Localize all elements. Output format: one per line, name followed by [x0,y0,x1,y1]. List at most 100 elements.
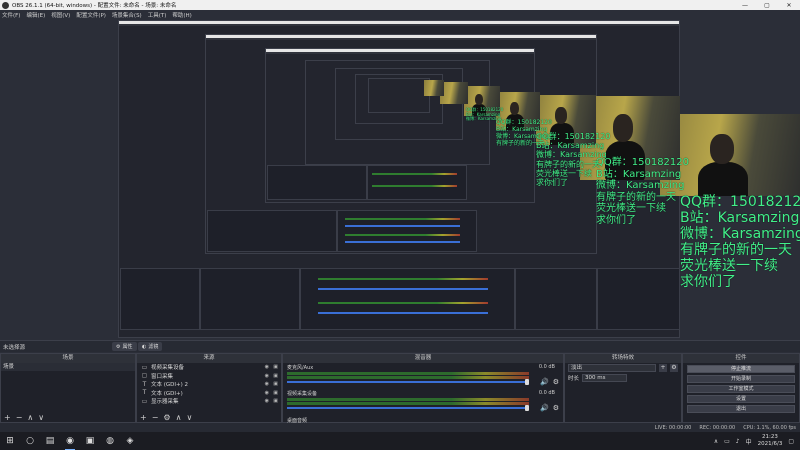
maximize-button[interactable]: ▢ [756,0,778,10]
display-capture-icon: ▭ [141,397,148,405]
add-source-button[interactable]: + [140,413,147,422]
sources-footer: + − ⚙ ∧ ∨ [137,412,281,422]
volume-slider-handle[interactable] [525,405,529,411]
remove-source-button[interactable]: − [152,413,159,422]
duration-input[interactable]: 300 ms [582,374,628,382]
source-item-window-capture[interactable]: ▢ 窗口采集 ◉ ▣ [137,372,281,381]
preview-canvas[interactable]: QQ群：150182120 B站：Karsamzing 微博：Karsamzin… [0,20,800,340]
menu-bar: 文件(F) 编辑(E) 视图(V) 配置文件(P) 场景集合(S) 工具(T) … [0,10,800,20]
visibility-eye-icon[interactable]: ◉ [265,364,269,370]
gear-icon[interactable]: ⚙ [553,404,559,412]
source-item-text[interactable]: T 文本 (GDI+) ◉ ▣ [137,389,281,398]
mixer-channel-mic: 麦克风/Aux 0.0 dB 🔊 ⚙ [283,363,563,389]
volume-icon[interactable]: ♪ [736,438,740,445]
lock-icon[interactable]: ▣ [273,398,278,404]
move-source-up-button[interactable]: ∧ [176,413,182,422]
move-scene-up-button[interactable]: ∧ [27,413,33,422]
webcam-feed [424,80,444,96]
start-recording-button[interactable]: 开始录制 [687,375,795,383]
sources-header: 来源 [137,354,281,363]
level-meter [287,376,529,379]
source-toolbar: 未选择源 ⚙ 属性 ◐ 滤镜 [0,340,800,352]
settings-button[interactable]: 设置 [687,395,795,403]
visibility-eye-icon[interactable]: ◉ [265,398,269,404]
overlay-weibo: 微博：Karsamzing [680,226,800,243]
speaker-icon[interactable]: 🔊 [540,404,549,412]
move-source-down-button[interactable]: ∨ [186,413,192,422]
recursive-layer [368,78,430,113]
video-capture-icon: ▭ [141,363,148,371]
search-icon[interactable]: ○ [20,432,40,450]
stop-streaming-button[interactable]: 停止推流 [687,365,795,373]
visibility-eye-icon[interactable]: ◉ [265,373,269,379]
close-button[interactable]: ✕ [778,0,800,10]
lock-icon[interactable]: ▣ [273,381,278,387]
channel-name: 麦克风/Aux [287,365,314,371]
windows-taskbar: ⊞ ○ ▤ ◉ ▣ ◍ ◈ ∧ ▭ ♪ 中 21:23 2021/6/3 ▢ [0,432,800,450]
ime-icon[interactable]: 中 [746,437,752,446]
menu-file[interactable]: 文件(F) [2,11,20,19]
task-view-icon[interactable]: ▤ [40,432,60,450]
filters-button[interactable]: ◐ 滤镜 [138,342,163,351]
scene-list-item[interactable]: 场景 [1,363,135,371]
window-title: OBS 26.1.1 (64-bit, windows) - 配置文件: 未命名… [12,3,177,9]
speaker-icon[interactable]: 🔊 [540,378,549,386]
menu-view[interactable]: 视图(V) [51,11,70,19]
text-icon: T [142,389,147,397]
add-transition-button[interactable]: + [659,364,667,372]
obs-logo-icon [2,1,9,9]
webcam-feed [440,82,468,104]
system-clock[interactable]: 21:23 2021/6/3 [758,434,783,448]
steam-icon[interactable]: ◈ [120,432,140,450]
mixer-channel-video-capture: 视频采集设备 0.0 dB 🔊 ⚙ [283,389,563,415]
properties-button[interactable]: ⚙ 属性 [112,342,137,351]
obs-taskbar-icon[interactable]: ◉ [60,432,80,450]
audio-mixer-dock: 混音器 麦克风/Aux 0.0 dB 🔊 ⚙ 视频采集设备 0.0 dB 🔊 ⚙… [282,353,564,424]
source-item-text-2[interactable]: T 文本 (GDI+) 2 ◉ ▣ [137,380,281,389]
menu-tools[interactable]: 工具(T) [148,11,167,19]
filter-icon: ◐ [142,343,147,350]
transition-select[interactable]: 淡出 [568,364,656,372]
visibility-eye-icon[interactable]: ◉ [265,390,269,396]
transition-gear-icon[interactable]: ⚙ [670,364,678,372]
minimize-button[interactable]: — [734,0,756,10]
gear-icon[interactable]: ⚙ [553,378,559,386]
volume-slider-handle[interactable] [525,379,529,385]
volume-slider[interactable] [287,381,529,383]
text-overlay-recursive: QQ群：150182120 B站：Karsamzing 微博：Karsamzin… [496,119,552,147]
transitions-header: 转场特效 [565,354,681,363]
menu-edit[interactable]: 编辑(E) [26,11,45,19]
source-properties-gear-icon[interactable]: ⚙ [163,413,170,422]
move-scene-down-button[interactable]: ∨ [38,413,44,422]
channel-db: 0.0 dB [538,390,555,396]
app-taskbar-icon[interactable]: ▣ [80,432,100,450]
scenes-header: 场景 [1,354,135,363]
duration-label: 时长 [568,376,580,382]
level-meter [287,398,529,401]
lock-icon[interactable]: ▣ [273,364,278,370]
start-button[interactable]: ⊞ [0,432,20,450]
add-scene-button[interactable]: + [4,413,11,422]
menu-scene-collection[interactable]: 场景集合(S) [112,11,142,19]
remove-scene-button[interactable]: − [16,413,23,422]
studio-mode-button[interactable]: 工作室模式 [687,385,795,393]
network-icon[interactable]: ▭ [724,438,730,445]
volume-slider[interactable] [287,407,529,409]
notification-icon[interactable]: ▢ [788,438,794,445]
channel-db: 0.0 dB [538,364,555,370]
lock-icon[interactable]: ▣ [273,373,278,379]
lock-icon[interactable]: ▣ [273,390,278,396]
level-meter [287,372,529,375]
text-overlay-recursive: QQ群：150182120 B站：Karsamzing 微博：Karsamzin… [466,107,504,122]
scenes-footer: + − ∧ ∨ [1,412,135,422]
source-item-display-capture[interactable]: ▭ 显示器采集 ◉ ▣ [137,397,281,406]
text-icon: T [142,380,147,388]
visibility-eye-icon[interactable]: ◉ [265,381,269,387]
exit-button[interactable]: 退出 [687,405,795,413]
edge-browser-icon[interactable]: ◍ [100,432,120,450]
menu-help[interactable]: 帮助(H) [172,11,191,19]
source-item-video-capture[interactable]: ▭ 视频采集设备 ◉ ▣ [137,363,281,372]
menu-profile[interactable]: 配置文件(P) [76,11,106,19]
tray-chevron-icon[interactable]: ∧ [714,438,718,445]
window-capture-icon: ▢ [141,372,148,380]
